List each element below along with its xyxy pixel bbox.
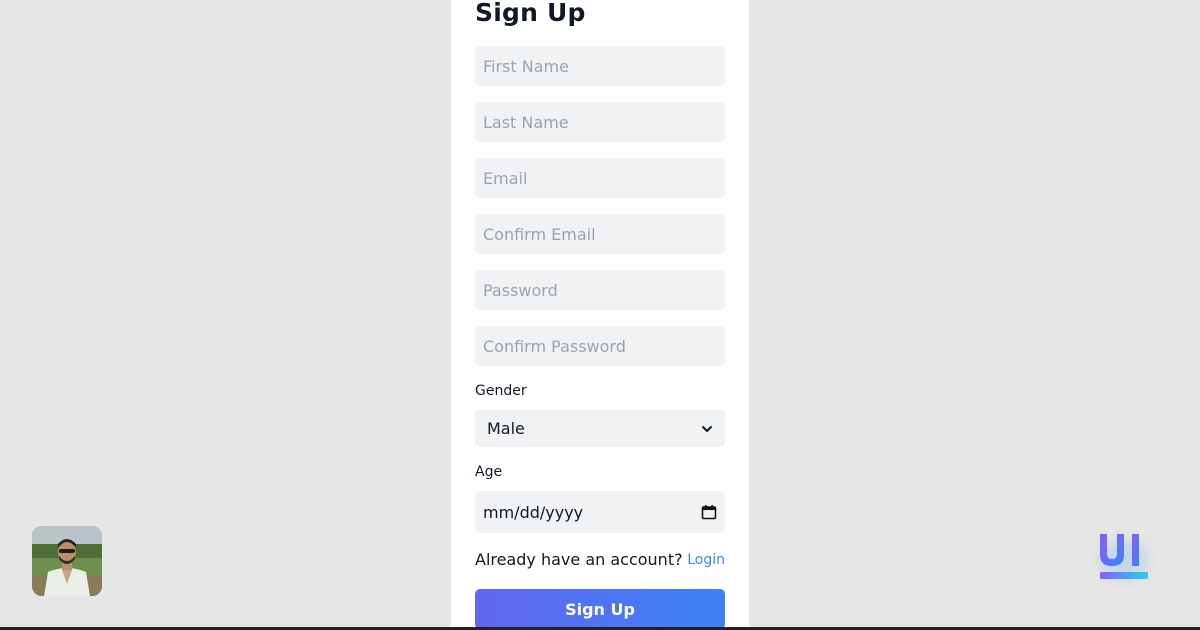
avatar-photo (32, 526, 102, 596)
account-prompt-text: Already have an account? (475, 550, 683, 569)
form-title: Sign Up (475, 0, 586, 27)
gender-label: Gender (475, 383, 527, 399)
gender-select[interactable]: Male (475, 410, 725, 447)
ui-logo-icon (1092, 526, 1156, 588)
signup-card: Sign Up Gender Male Age mm/dd/yyyy Alrea… (451, 0, 749, 630)
email-input[interactable] (475, 158, 725, 198)
age-date-input[interactable]: mm/dd/yyyy (475, 491, 725, 533)
gender-selected-value: Male (487, 419, 525, 438)
last-name-input[interactable] (475, 102, 725, 142)
age-label: Age (475, 464, 503, 480)
sign-up-button[interactable]: Sign Up (475, 589, 725, 629)
login-link[interactable]: Login (687, 552, 725, 568)
login-prompt-row: Already have an account? Login (475, 550, 725, 569)
confirm-password-input[interactable] (475, 326, 725, 366)
password-input[interactable] (475, 270, 725, 310)
date-placeholder: mm/dd/yyyy (483, 502, 584, 522)
chevron-down-icon (702, 425, 712, 432)
calendar-icon[interactable] (701, 504, 717, 520)
avatar[interactable] (32, 526, 102, 596)
first-name-input[interactable] (475, 46, 725, 86)
confirm-email-input[interactable] (475, 214, 725, 254)
